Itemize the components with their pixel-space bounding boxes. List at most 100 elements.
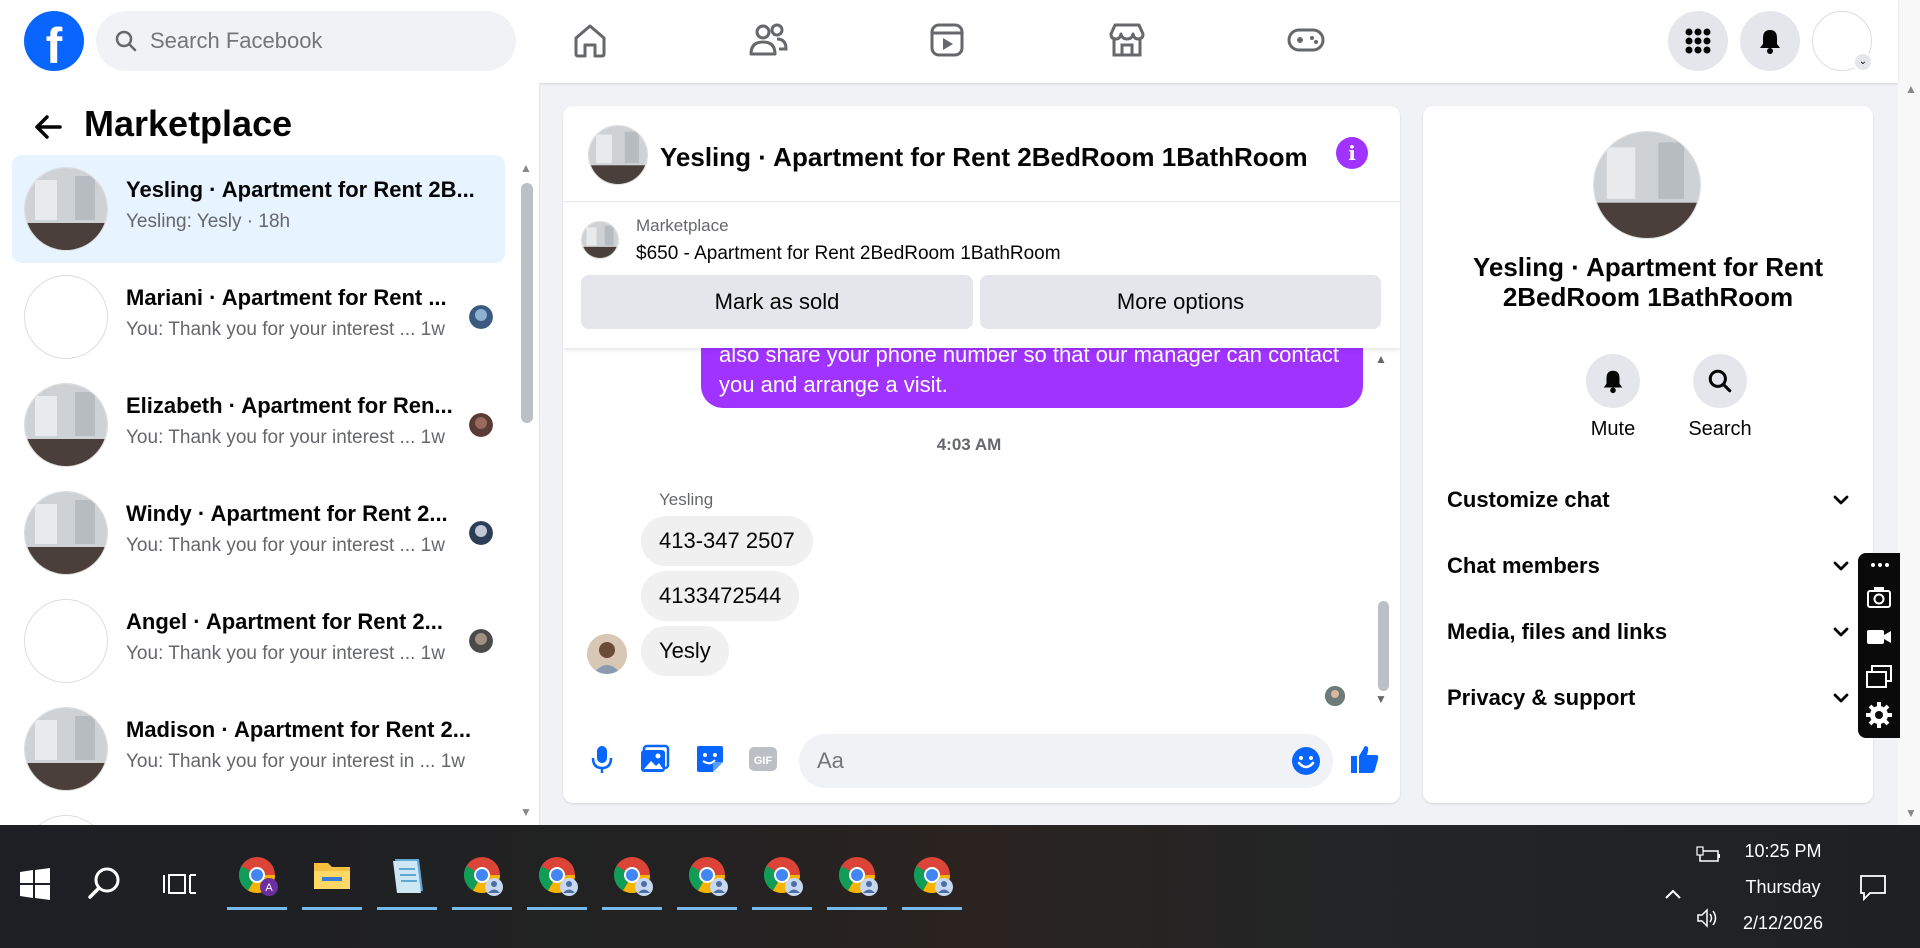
- list-scroll-up-arrow[interactable]: ▲: [520, 161, 532, 175]
- gif-icon[interactable]: GIF: [746, 742, 780, 776]
- list-scroll-down-arrow[interactable]: ▼: [520, 805, 532, 819]
- home-icon[interactable]: [568, 18, 612, 62]
- more-options-icon[interactable]: [1865, 557, 1893, 573]
- incoming-message[interactable]: 4133472544: [641, 571, 800, 621]
- chrome-profile-icon[interactable]: [458, 851, 506, 899]
- media-files-links-section[interactable]: Media, files and links: [1447, 610, 1852, 654]
- chrome-profile-icon[interactable]: [533, 851, 581, 899]
- privacy-support-section[interactable]: Privacy & support: [1447, 676, 1852, 720]
- chat-scroll-up-arrow[interactable]: ▲: [1375, 352, 1387, 366]
- search-box[interactable]: [96, 11, 516, 71]
- battery-icon[interactable]: [1696, 845, 1722, 867]
- notification-center-icon[interactable]: [1858, 873, 1888, 901]
- conversation-item[interactable]: Angel · Apartment for Rent 2... You: Tha…: [12, 587, 505, 695]
- marketplace-icon[interactable]: [1105, 18, 1149, 62]
- details-avatar[interactable]: [1593, 131, 1701, 239]
- volume-icon[interactable]: [1696, 907, 1720, 929]
- marketplace-listing-banner: Marketplace $650 - Apartment for Rent 2B…: [563, 203, 1400, 348]
- grid-icon: [1685, 28, 1711, 54]
- emoji-icon[interactable]: [1291, 746, 1321, 776]
- video-camera-icon[interactable]: [1865, 623, 1893, 651]
- clock-date[interactable]: 2/12/2026: [1728, 913, 1838, 934]
- account-avatar-button[interactable]: ⌄: [1812, 11, 1873, 72]
- conversation-item[interactable]: Madison · Apartment for Rent 2... You: T…: [12, 695, 505, 803]
- list-scrollbar-thumb[interactable]: [521, 183, 533, 423]
- listing-title[interactable]: $650 - Apartment for Rent 2BedRoom 1Bath…: [636, 243, 1061, 265]
- chrome-profile-icon[interactable]: [758, 851, 806, 899]
- mute-button[interactable]: Mute: [1568, 354, 1658, 441]
- page-scrollbar[interactable]: [1898, 0, 1920, 825]
- message-thread: also share your phone number so that our…: [563, 348, 1400, 708]
- menu-grid-button[interactable]: [1668, 11, 1728, 71]
- bell-icon: [1603, 370, 1623, 394]
- facebook-logo-icon[interactable]: f: [24, 11, 84, 71]
- message-input-box[interactable]: [799, 734, 1333, 788]
- info-icon[interactable]: i: [1336, 137, 1368, 169]
- more-options-button[interactable]: More options: [980, 275, 1381, 329]
- microphone-icon[interactable]: [585, 742, 619, 776]
- seen-avatar: [469, 413, 493, 437]
- chrome-profile-icon[interactable]: [608, 851, 656, 899]
- sender-avatar[interactable]: [587, 634, 627, 674]
- outgoing-message[interactable]: also share your phone number so that our…: [701, 348, 1363, 408]
- chevron-up-icon[interactable]: [1662, 883, 1684, 905]
- file-explorer-icon[interactable]: [308, 851, 356, 899]
- chrome-profile-icon[interactable]: [833, 851, 881, 899]
- conversation-item[interactable]: Yesling · Apartment for Rent 2B... Yesli…: [12, 155, 505, 263]
- friends-icon[interactable]: [746, 18, 790, 62]
- back-arrow-icon[interactable]: [30, 109, 66, 145]
- chat-members-section[interactable]: Chat members: [1447, 544, 1852, 588]
- chevron-down-icon: [1833, 561, 1849, 571]
- incoming-message[interactable]: Yesly: [641, 626, 729, 676]
- gear-icon[interactable]: [1865, 701, 1893, 729]
- search-icon[interactable]: [84, 863, 126, 905]
- capture-toolbar: [1858, 553, 1900, 738]
- like-thumbs-up-icon[interactable]: [1347, 742, 1381, 776]
- customize-chat-section[interactable]: Customize chat: [1447, 478, 1852, 522]
- banner-category: Marketplace: [636, 216, 729, 235]
- app-running-indicator: [302, 907, 362, 910]
- notes-app-icon[interactable]: [383, 851, 431, 899]
- search-in-conversation-button[interactable]: Search: [1675, 354, 1765, 441]
- chevron-down-icon: [1833, 627, 1849, 637]
- page-scroll-up-arrow[interactable]: ▲: [1905, 82, 1917, 96]
- listing-thumbnail[interactable]: [581, 221, 619, 259]
- windows-start-icon[interactable]: [14, 863, 56, 905]
- sticker-icon[interactable]: [693, 742, 727, 776]
- chrome-profile-a-icon[interactable]: A: [233, 851, 281, 899]
- clock-time[interactable]: 10:25 PM: [1728, 841, 1838, 862]
- message-input[interactable]: [817, 746, 1257, 776]
- page-scroll-down-arrow[interactable]: ▼: [1905, 806, 1917, 820]
- windows-taskbar: A 10:25 PM Thursday 2/12/2026: [0, 825, 1920, 948]
- video-icon[interactable]: [925, 18, 969, 62]
- chat-scrollbar-thumb[interactable]: [1378, 601, 1389, 691]
- message-timestamp: 4:03 AM: [936, 435, 1002, 454]
- conversation-item[interactable]: Mariani · Apartment for Rent ... You: Th…: [12, 263, 505, 371]
- conversation-item[interactable]: [12, 803, 505, 825]
- conversation-item[interactable]: Windy · Apartment for Rent 2... You: Tha…: [12, 479, 505, 587]
- chrome-profile-icon[interactable]: [683, 851, 731, 899]
- notifications-button[interactable]: [1740, 11, 1800, 71]
- chevron-down-icon: ⌄: [1853, 52, 1873, 72]
- photo-icon[interactable]: [638, 742, 672, 776]
- listing-thumbnail: [24, 167, 108, 251]
- incoming-message[interactable]: 413-347 2507: [641, 516, 813, 566]
- read-receipt-avatar: [1325, 686, 1345, 706]
- listing-thumbnail: [24, 275, 108, 359]
- clock-day[interactable]: Thursday: [1728, 877, 1838, 898]
- conversation-item[interactable]: Elizabeth · Apartment for Ren... You: Th…: [12, 371, 505, 479]
- camera-icon[interactable]: [1865, 583, 1893, 611]
- chat-title[interactable]: Yesling · Apartment for Rent 2BedRoom 1B…: [660, 142, 1308, 173]
- window-capture-icon[interactable]: [1865, 663, 1893, 691]
- chrome-profile-icon[interactable]: [908, 851, 956, 899]
- chat-scroll-down-arrow[interactable]: ▼: [1375, 692, 1387, 706]
- mark-as-sold-button[interactable]: Mark as sold: [581, 275, 973, 329]
- search-input[interactable]: [150, 28, 490, 54]
- chat-avatar[interactable]: [588, 125, 648, 185]
- page-title: Marketplace: [84, 103, 293, 144]
- listing-thumbnail: [24, 383, 108, 467]
- gaming-icon[interactable]: [1284, 18, 1328, 62]
- svg-text:GIF: GIF: [754, 755, 773, 767]
- task-view-icon[interactable]: [160, 865, 198, 903]
- listing-thumbnail: [24, 815, 108, 825]
